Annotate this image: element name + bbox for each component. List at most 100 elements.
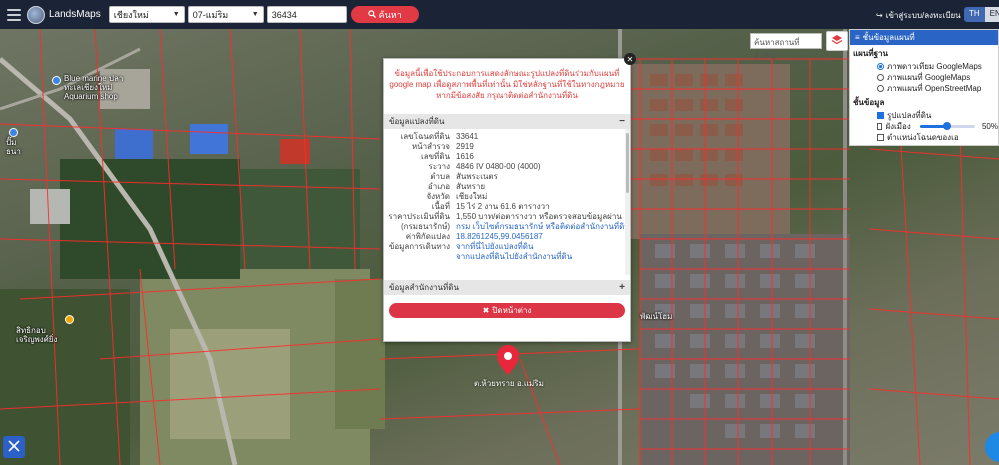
tools-icon (8, 439, 20, 455)
disclaimer-text: ข้อมูลนี้เพื่อใช้ประกอบการแสดงลักษณะรูปแ… (389, 69, 625, 100)
layer-label: ตำแหน่งโฉนดของเอ (887, 133, 959, 142)
detail-row: ราคาประเมินที่ดิน 1,550 บาท/ต่อตารางวา หร… (384, 212, 630, 222)
landsmaps-logo (27, 5, 45, 24)
detail-key: เนื้อที่ (431, 202, 450, 211)
parcel-section-title: ข้อมูลแปลงที่ดิน (389, 117, 445, 126)
detail-key: ข้อมูลการเดินทาง (388, 242, 450, 251)
detail-link[interactable]: 18.8261245,99.0456187 (456, 232, 543, 242)
detail-value: 4846 IV 0480-00 (4000) (456, 162, 541, 171)
close-window-button[interactable]: ✖ ปิดหน้าต่าง (389, 303, 625, 318)
search-button[interactable]: ค้นหา (350, 6, 419, 23)
checkbox-icon[interactable] (877, 123, 883, 130)
detail-row: หน้าสำรวจ 2919 (384, 142, 630, 152)
detail-key: ตำบล (430, 172, 450, 181)
opacity-slider-thumb[interactable] (943, 122, 952, 130)
detail-row: ข้อมูลการเดินทาง จากที่นี่ไปยังแปลงที่ดิน (384, 242, 630, 252)
layers-toggle-button[interactable] (826, 31, 848, 51)
detail-key: (กรมธนารักษ์) (401, 222, 450, 231)
detail-link[interactable]: กรม เว็บไซต์กรมธนารักษ์ หรือติดต่อสำนักง… (456, 222, 630, 232)
detail-row: (กรมธนารักษ์) กรม เว็บไซต์กรมธนารักษ์ หรื… (384, 222, 630, 232)
detail-key: เลขที่ดิน (420, 152, 450, 161)
detail-row: ค่าพิกัดแปลง 18.8261245,99.0456187 (384, 232, 630, 242)
detail-row: ระวาง 4846 IV 0480-00 (4000) (384, 162, 630, 172)
detail-row: จังหวัด เชียงใหม่ (384, 192, 630, 202)
data-layers-heading: ชั้นข้อมูล (853, 98, 885, 107)
location-pin-icon[interactable] (497, 345, 519, 378)
poi-label-aquarium: Blue marine ปลา ทะเลเชียงใหม่ Aquarium s… (64, 74, 124, 101)
parcel-section-header[interactable]: ข้อมูลแปลงที่ดิน − (384, 114, 630, 129)
app-title: LandsMaps (49, 9, 101, 20)
scrollbar-thumb[interactable] (626, 133, 629, 193)
layer-panel: ≡ ชั้นข้อมูลแผนที่ แผนที่ฐาน ภาพดาวเทียม… (849, 29, 999, 146)
radio-icon[interactable] (877, 74, 884, 81)
checkbox-icon[interactable] (877, 134, 884, 141)
lang-th-button[interactable]: TH (964, 7, 985, 22)
detail-value: 33641 (456, 132, 479, 141)
language-switcher: TH EN (964, 7, 999, 22)
detail-value: สันพระเนตร (456, 172, 498, 181)
detail-key: ค่าพิกัดแปลง (405, 232, 450, 241)
expand-icon[interactable]: + (619, 282, 625, 293)
stack-icon: ≡ (855, 33, 860, 42)
top-bar: LandsMaps เชียงใหม่ ▼ 07-แม่ริม ▼ 36434 … (0, 0, 999, 29)
layers-icon (831, 34, 843, 49)
store-pin-icon[interactable] (65, 315, 74, 324)
gas-station-pin-icon[interactable] (9, 128, 18, 137)
detail-row: อำเภอ สันทราย (384, 182, 630, 192)
detail-value: สันทราย (456, 182, 486, 191)
login-link[interactable]: ↪ เข้าสู่ระบบ/ลงทะเบียน (876, 9, 961, 22)
radio-icon[interactable] (877, 85, 884, 92)
radio-selected-icon[interactable] (877, 63, 884, 70)
close-window-label: ปิดหน้าต่าง (492, 306, 532, 315)
deed-number-input[interactable]: 36434 (266, 6, 347, 23)
office-section-header[interactable]: ข้อมูลสำนักงานที่ดิน + (384, 280, 630, 295)
basemap-label: ภาพแผนที่ OpenStreetMap (887, 84, 982, 93)
detail-value: 1616 (456, 152, 474, 161)
opacity-value: 50% (981, 122, 998, 131)
search-icon (367, 9, 376, 20)
pin-location-label: ต.ห้วยทราย อ.แม่ริม (474, 379, 544, 388)
poi-label-store: สิทธิกอบ เจริญพงศ์ยิ่ง (16, 326, 58, 344)
parcel-details: เลขโฉนดที่ดิน 33641 หน้าสำรวจ 2919 เลขที่ดิน… (384, 129, 630, 275)
district-value: 07-แม่ริม (192, 9, 229, 20)
landmark-search-input[interactable]: ค้นหาสถานที่สำคัญ (750, 33, 822, 60)
detail-value: เชียงใหม่ (456, 192, 488, 201)
detail-value: 1,550 บาท/ต่อตารางวา หรือตรวจสอบข้อมูลผ่… (456, 212, 622, 221)
detail-row: เนื้อที่ 15 ไร่ 2 งาน 61.6 ตารางวา (384, 202, 630, 212)
poi-label-gas-station: ปั๊ม ธนา (6, 138, 21, 156)
detail-value: 2919 (456, 142, 474, 151)
collapse-icon[interactable]: − (619, 116, 625, 127)
chevron-down-icon: ▼ (172, 11, 180, 18)
detail-key: อำเภอ (427, 182, 450, 191)
detail-row: เลขโฉนดที่ดิน 33641 (384, 132, 630, 142)
detail-row: ตำบล สันพระเนตร (384, 172, 630, 182)
province-value: เชียงใหม่ (113, 9, 149, 20)
details-scrollbar[interactable] (625, 129, 630, 275)
office-section-title: ข้อมูลสำนักงานที่ดิน (389, 283, 459, 292)
province-select[interactable]: เชียงใหม่ ▼ (108, 6, 185, 23)
popup-close-icon[interactable]: ✕ (624, 53, 636, 65)
layer-parcel[interactable]: รูปแปลงที่ดิน (850, 110, 998, 121)
detail-key: ราคาประเมินที่ดิน (388, 212, 450, 221)
opacity-slider[interactable] (919, 122, 975, 130)
aquarium-shop-pin-icon[interactable] (52, 76, 61, 85)
detail-link[interactable]: จากแปลงที่ดินไปยังสำนักงานที่ดิน (456, 252, 572, 262)
tools-button[interactable] (3, 436, 25, 458)
detail-key: หน้าสำรวจ (411, 142, 450, 151)
layer-panel-title: ชั้นข้อมูลแผนที่ (862, 33, 915, 42)
checkbox-checked-icon[interactable] (877, 112, 884, 119)
detail-key: จังหวัด (426, 192, 450, 201)
detail-row: เลขที่ดิน 1616 (384, 152, 630, 162)
parcel-info-popup: ✕ ข้อมูลนี้เพื่อใช้ประกอบการแสดงลักษณะรู… (383, 53, 636, 342)
login-icon: ↪ (876, 11, 883, 20)
basemap-option-osm[interactable]: ภาพแผนที่ OpenStreetMap (850, 83, 998, 94)
lang-en-button[interactable]: EN (984, 7, 999, 22)
detail-key (384, 252, 456, 262)
basemap-heading: แผนที่ฐาน (853, 49, 888, 58)
detail-key: เลขโฉนดที่ดิน (400, 132, 450, 141)
detail-link[interactable]: จากที่นี่ไปยังแปลงที่ดิน (456, 242, 533, 252)
chevron-down-icon: ▼ (251, 11, 259, 18)
layer-deed-location[interactable]: ตำแหน่งโฉนดของเอ (850, 132, 998, 143)
menu-icon[interactable] (7, 8, 21, 21)
district-select[interactable]: 07-แม่ริม ▼ (187, 6, 264, 23)
